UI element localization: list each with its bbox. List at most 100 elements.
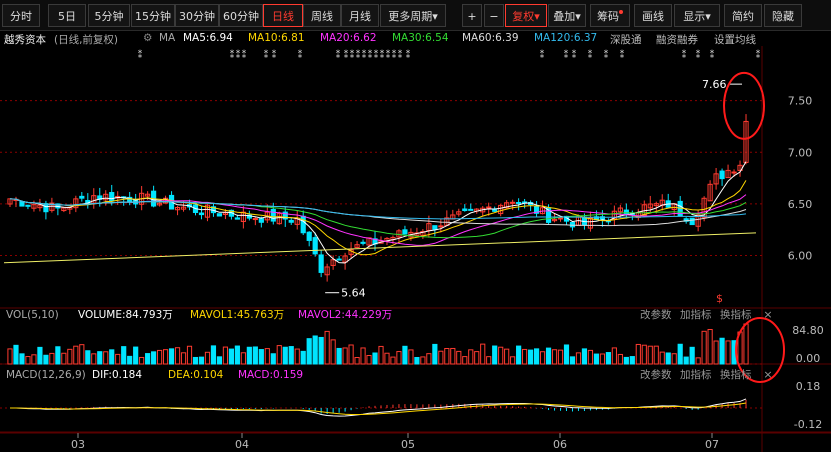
volume-bar (683, 356, 689, 365)
zoom-in-button[interactable]: + (462, 4, 482, 27)
volume-bar (234, 345, 240, 365)
ma-label: MA (159, 32, 176, 44)
month-label: 04 (235, 438, 249, 451)
volume-bar (587, 349, 594, 365)
volume-bar (258, 349, 264, 365)
hide-button[interactable]: 隐藏 (764, 4, 802, 27)
event-marker: ⁑ (696, 49, 701, 61)
candle-body (109, 192, 115, 202)
period-30min[interactable]: 30分钟 (175, 4, 219, 27)
period-fenshi[interactable]: 分时 (2, 4, 40, 27)
set-ma-button[interactable]: 设置均线 (714, 32, 756, 47)
volume-bar (569, 356, 576, 365)
event-marker: ⁑ (272, 49, 277, 61)
event-marker: ⁑ (620, 49, 625, 61)
vol-mavol1: MAVOL1:45.763万 (190, 309, 284, 321)
ma30-value: MA30:6.54 (392, 32, 449, 44)
volume-bar (330, 339, 336, 365)
candle-body (234, 217, 240, 220)
low-price-label: 5.64 (341, 287, 366, 300)
volume-bar (198, 356, 205, 365)
vol-add-button: 加指标 (680, 308, 712, 321)
chips-button[interactable]: 筹码 (590, 4, 630, 27)
volume-bar (378, 345, 384, 365)
period-5day[interactable]: 5日 (48, 4, 86, 27)
volume-bar (139, 356, 145, 365)
event-marker: ⁑ (392, 49, 397, 61)
overlay-button[interactable]: 叠加▾ (548, 4, 586, 27)
volume-bar (157, 349, 163, 365)
simple-button[interactable]: 简约 (724, 4, 762, 27)
volume-bar (599, 353, 605, 365)
candle-body (79, 195, 85, 199)
ma60-value: MA60:6.39 (462, 32, 519, 44)
volume-bar (324, 330, 330, 365)
volume-bar (623, 356, 629, 365)
volume-bar (180, 352, 187, 365)
period-monthly[interactable]: 月线 (341, 4, 379, 27)
candle-body (288, 219, 294, 223)
volume-bar (635, 343, 641, 365)
volume-bar (605, 352, 611, 365)
vol-axis-max: 84.80 (792, 324, 824, 337)
tag-sgt[interactable]: 深股通 (610, 32, 642, 47)
volume-bar (294, 348, 300, 365)
volume-bar (151, 351, 157, 365)
volume-bar (510, 356, 516, 365)
volume-bar (653, 345, 659, 365)
period-weekly[interactable]: 周线 (303, 4, 341, 27)
volume-bar (575, 352, 582, 365)
candle-body (462, 208, 468, 211)
volume-bar (689, 346, 695, 365)
volume-bar (25, 356, 31, 365)
volume-bar (695, 357, 701, 365)
volume-bar (145, 353, 151, 365)
volume-bar (216, 356, 223, 365)
volume-bar (192, 356, 199, 365)
period-daily[interactable]: 日线 (263, 4, 303, 27)
volume-bar (73, 345, 79, 365)
volume-bar (617, 353, 623, 365)
event-marker: ⁑ (368, 49, 373, 61)
period-15min[interactable]: 15分钟 (131, 4, 175, 27)
candle-body (336, 258, 342, 261)
volume-bar (109, 349, 115, 365)
period-more-label: 更多周期 (388, 10, 433, 23)
event-marker: ⁑ (298, 49, 303, 61)
candle-body (438, 225, 444, 228)
tag-margin[interactable]: 融资融券 (656, 32, 698, 47)
volume-bar (420, 356, 426, 365)
macd-dif: DIF:0.184 (92, 369, 142, 381)
volume-bar (384, 352, 390, 365)
vol-axis-min: 0.00 (796, 352, 821, 365)
zoom-out-button[interactable]: − (484, 4, 504, 27)
event-marker: ⁑ (682, 49, 687, 61)
candle-body (318, 254, 324, 273)
month-label: 06 (553, 438, 567, 451)
price-tick-label: 6.50 (788, 198, 813, 211)
volume-bar (725, 340, 731, 365)
volume-bar (186, 345, 193, 365)
volume-bar (456, 350, 462, 365)
volume-bar (210, 345, 217, 365)
volume-bar (246, 346, 252, 365)
ma30-line (9, 198, 747, 239)
volume-bar (713, 340, 719, 365)
period-60min[interactable]: 60分钟 (219, 4, 263, 27)
volume-bar (450, 347, 456, 365)
fq-button[interactable]: 复权▾ (505, 4, 547, 27)
volume-bar (121, 346, 127, 365)
period-more-button[interactable]: 更多周期▾ (380, 4, 446, 27)
toolbar: 分时 5日 5分钟 15分钟 30分钟 60分钟 日线 周线 月线 更多周期▾ … (0, 0, 831, 31)
macd-histogram (10, 398, 747, 417)
volume-bar (647, 345, 653, 365)
volume-bar (91, 353, 97, 365)
volume-bar (342, 347, 348, 365)
volume-bar (49, 352, 55, 365)
draw-line-button[interactable]: 画线 (634, 4, 672, 27)
period-5min[interactable]: 5分钟 (88, 4, 130, 27)
gear-icon[interactable]: ⚙ (143, 32, 152, 44)
volume-bar (480, 343, 486, 365)
display-button[interactable]: 显示▾ (674, 4, 720, 27)
event-marker: ⁑ (588, 49, 593, 61)
